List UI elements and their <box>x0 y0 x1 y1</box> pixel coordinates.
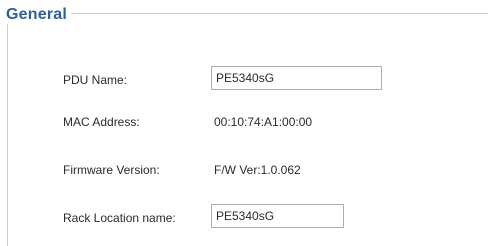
rack-location-name-label: Rack Location name: <box>63 211 176 225</box>
mac-address-value: 00:10:74:A1:00:00 <box>214 115 313 129</box>
mac-address-label: MAC Address: <box>63 115 140 129</box>
pdu-name-input[interactable] <box>211 66 382 90</box>
firmware-version-value: F/W Ver:1.0.062 <box>214 163 301 177</box>
pdu-name-label: PDU Name: <box>63 73 128 87</box>
general-settings-page: General PDU Name: MAC Address: 00:10:74:… <box>0 0 489 246</box>
section-title: General <box>4 6 71 24</box>
rack-location-name-input[interactable] <box>211 204 344 228</box>
firmware-version-label: Firmware Version: <box>63 163 160 177</box>
